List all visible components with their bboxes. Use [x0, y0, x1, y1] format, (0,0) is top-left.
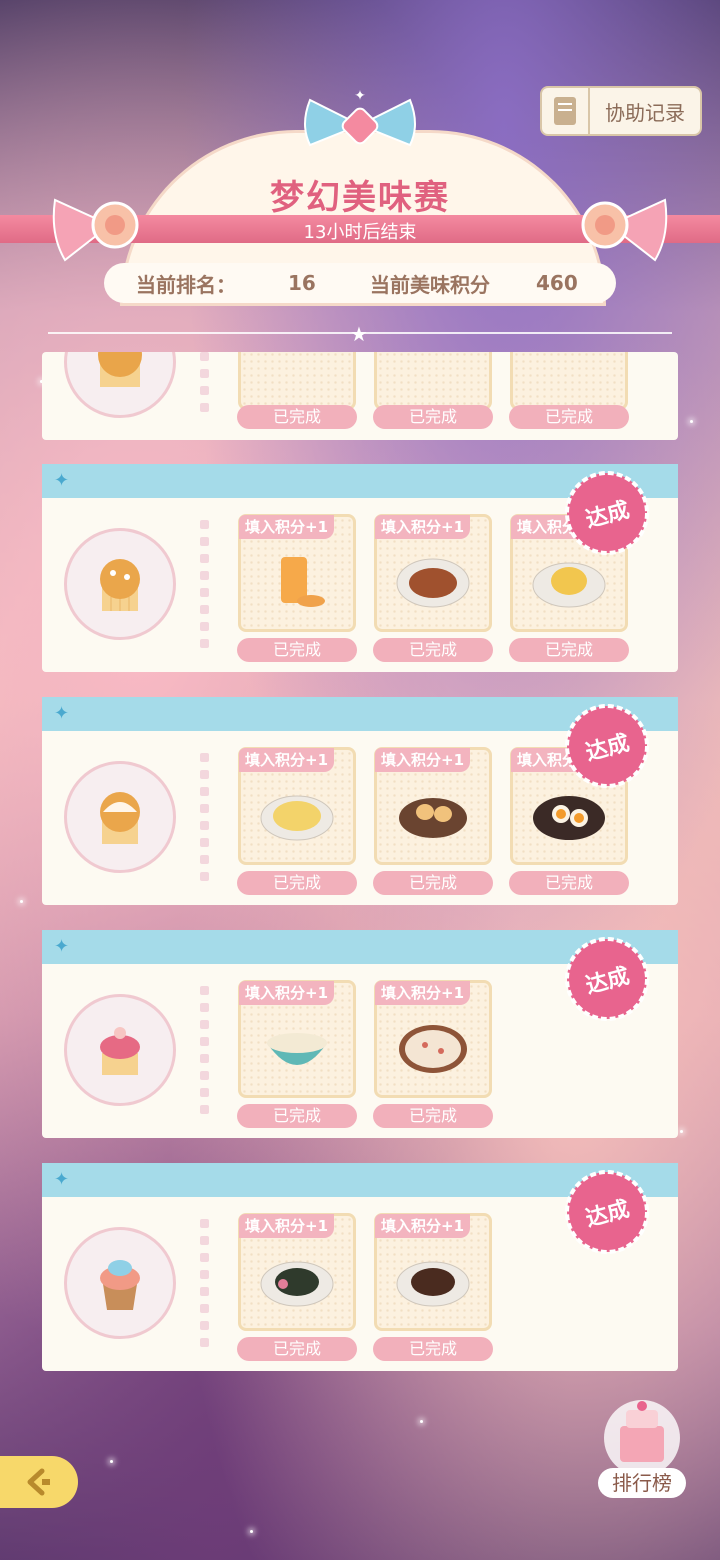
sparkle-icon: ✦ — [54, 703, 70, 724]
dish-slot[interactable] — [238, 352, 356, 410]
sparkle — [420, 1420, 423, 1423]
stir-fry-icon — [396, 558, 470, 608]
back-arrow-icon — [27, 1468, 50, 1496]
score-tag: 填入积分+1 — [375, 515, 471, 539]
completed-pill: 已完成 — [237, 638, 357, 662]
rank-value: 16 — [288, 271, 316, 295]
rank-label: 当前排名： — [136, 272, 236, 297]
score-tag: 填入积分+1 — [239, 981, 335, 1005]
completed-pill: 已完成 — [373, 1104, 493, 1128]
braised-egg-icon — [399, 798, 467, 838]
score-tag: 填入积分+1 — [239, 1214, 335, 1238]
score-value: 460 — [536, 271, 578, 295]
assist-record-button[interactable]: 协助记录 — [540, 86, 702, 136]
completed-pill: 已完成 — [373, 1337, 493, 1361]
dish-slot[interactable] — [374, 352, 492, 410]
notebook-icon — [542, 88, 590, 134]
dish-slot[interactable] — [510, 352, 628, 410]
rank-bar: 当前排名： 16 当前美味积分 460 — [104, 263, 616, 303]
sparkle — [690, 420, 693, 423]
dish-slot[interactable]: 填入积分+1 — [238, 1213, 356, 1331]
assist-record-label: 协助记录 — [605, 100, 685, 125]
dish-slot[interactable]: 填入积分+1 — [374, 747, 492, 865]
card-dots — [200, 753, 209, 889]
score-label: 当前美味积分 — [370, 272, 490, 297]
card-dots — [200, 1219, 209, 1355]
dish-slot[interactable]: 填入积分+1 — [238, 747, 356, 865]
sparkle — [20, 900, 23, 903]
recipe-card: 已完成 已完成 已完成 — [42, 352, 678, 440]
sparkle — [250, 1530, 253, 1533]
event-countdown: 13小时后结束 — [303, 222, 417, 243]
completed-pill: 已完成 — [509, 638, 629, 662]
bow-icon: ✦ — [304, 90, 416, 147]
score-tag: 填入积分+1 — [239, 515, 335, 539]
card-dots — [200, 520, 209, 656]
soup-bowl-icon — [267, 1033, 327, 1065]
achieved-badge: 达成 — [564, 703, 650, 789]
leaderboard-button[interactable]: 排行榜 — [592, 1396, 692, 1506]
seaweed-salad-icon — [260, 1261, 334, 1307]
dish-slot[interactable]: 填入积分+1 — [238, 980, 356, 1098]
dish-slot[interactable]: 填入积分+1 — [374, 514, 492, 632]
pizza-icon — [399, 1025, 467, 1073]
achieved-badge: 达成 — [564, 936, 650, 1022]
completed-pill: 已完成 — [373, 638, 493, 662]
star-icon: ★ — [350, 322, 368, 346]
completed-pill: 已完成 — [237, 405, 357, 429]
cupcake-icon — [64, 352, 176, 418]
leaderboard-label: 排行榜 — [598, 1468, 686, 1498]
fried-rice-icon — [260, 795, 334, 841]
completed-pill: 已完成 — [237, 1104, 357, 1128]
achieved-badge: 达成 — [564, 1169, 650, 1255]
completed-pill: 已完成 — [373, 871, 493, 895]
event-title: 梦幻美味赛 — [270, 178, 450, 218]
svg-text:✦: ✦ — [354, 90, 366, 104]
cupcake-icon — [64, 1227, 176, 1339]
cupcake-icon — [64, 994, 176, 1106]
completed-pill: 已完成 — [373, 405, 493, 429]
dish-slot[interactable]: 填入积分+1 — [374, 980, 492, 1098]
completed-pill: 已完成 — [237, 871, 357, 895]
cake-icon — [604, 1400, 680, 1476]
score-tag: 填入积分+1 — [375, 1214, 471, 1238]
achieved-badge: 达成 — [564, 470, 650, 556]
card-dots — [200, 986, 209, 1122]
braised-meat-icon — [396, 1261, 470, 1307]
completed-pill: 已完成 — [237, 1337, 357, 1361]
cupcake-icon — [64, 528, 176, 640]
sparkle — [110, 1460, 113, 1463]
completed-pill: 已完成 — [509, 405, 629, 429]
juice-icon — [281, 557, 325, 607]
sparkle — [680, 1130, 683, 1133]
score-tag: 填入积分+1 — [239, 748, 335, 772]
completed-pill: 已完成 — [509, 871, 629, 895]
cupcake-icon — [64, 761, 176, 873]
sparkle-icon: ✦ — [54, 470, 70, 491]
sparkle-icon: ✦ — [54, 936, 70, 957]
dish-slot[interactable]: 填入积分+1 — [238, 514, 356, 632]
back-button[interactable] — [0, 1456, 78, 1508]
score-tag: 填入积分+1 — [375, 981, 471, 1005]
sparkle-icon: ✦ — [54, 1169, 70, 1190]
dish-slot[interactable]: 填入积分+1 — [374, 1213, 492, 1331]
score-tag: 填入积分+1 — [375, 748, 471, 772]
card-dots — [200, 352, 209, 420]
